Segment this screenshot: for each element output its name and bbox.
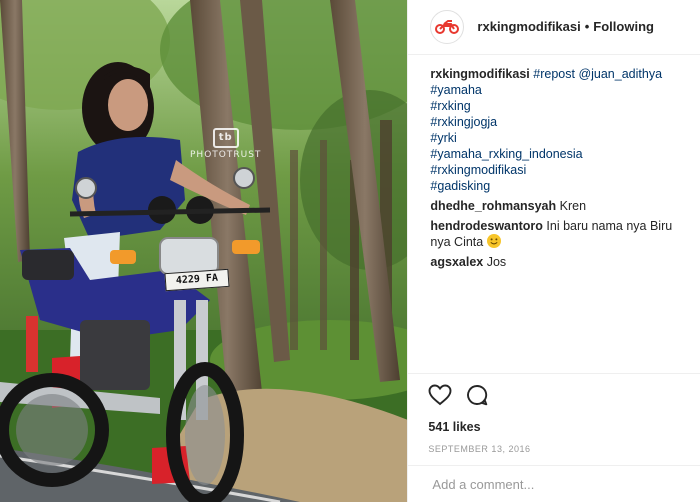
- comment-item: dhedhe_rohmansyah Kren: [430, 198, 678, 214]
- likes-count[interactable]: 541 likes: [428, 420, 680, 434]
- comment-text: Kren: [559, 198, 587, 213]
- add-comment-bar: [408, 465, 700, 502]
- heart-icon[interactable]: [428, 384, 452, 406]
- motorcycle-photo-illustration: [0, 0, 408, 502]
- caption-hashtag[interactable]: #yamaha_rxking_indonesia: [430, 146, 678, 162]
- caption-hashtag[interactable]: #yamaha: [430, 82, 678, 98]
- post-sidebar: rxkingmodifikasi • Following rxkingmodif…: [407, 0, 700, 502]
- caption-hashtag[interactable]: #rxkingmodifikasi: [430, 162, 678, 178]
- post-date: SEPTEMBER 13, 2016: [428, 443, 531, 454]
- caption-hashtag[interactable]: #gadisking: [430, 178, 678, 194]
- photo-watermark: tb PHOTOTRUST: [190, 128, 261, 160]
- comment-text: Jos: [486, 254, 507, 269]
- caption-repost-hashtag[interactable]: #repost: [533, 67, 575, 81]
- comment-item: agsxalex Jos: [430, 254, 678, 270]
- caption-hashtag[interactable]: #rxking: [430, 98, 678, 114]
- caption-mention[interactable]: @juan_adithya: [578, 67, 662, 81]
- post-photo[interactable]: tb PHOTOTRUST 4229 FA: [0, 0, 408, 502]
- motorcycle-icon: [435, 19, 460, 34]
- instagram-post: tb PHOTOTRUST 4229 FA rxkingmodifikasi •…: [0, 0, 700, 502]
- caption-hashtag[interactable]: #rxkingjogja: [430, 114, 678, 130]
- comment-username[interactable]: agsxalex: [430, 255, 483, 269]
- header-username[interactable]: rxkingmodifikasi: [477, 19, 580, 34]
- post-actions: 541 likes SEPTEMBER 13, 2016: [408, 372, 700, 466]
- post-header: rxkingmodifikasi • Following: [408, 0, 700, 55]
- comments-section: rxkingmodifikasi #repost @juan_adithya #…: [408, 55, 700, 373]
- caption-hashtag[interactable]: #yrki: [430, 130, 678, 146]
- action-icons: [428, 382, 680, 408]
- comment-username[interactable]: hendrodeswantoro: [430, 219, 543, 233]
- comment-item: hendrodeswantoro Ini baru nama nya Biru …: [430, 218, 678, 250]
- add-comment-input[interactable]: [430, 475, 675, 493]
- following-button[interactable]: Following: [593, 19, 654, 34]
- comment-username[interactable]: dhedhe_rohmansyah: [430, 199, 556, 213]
- post-caption: rxkingmodifikasi #repost @juan_adithya #…: [430, 66, 678, 194]
- avatar[interactable]: [430, 9, 465, 44]
- watermark-logo: tb: [212, 128, 239, 148]
- comment-icon[interactable]: [466, 384, 488, 406]
- caption-username[interactable]: rxkingmodifikasi: [430, 67, 529, 81]
- header-separator: •: [584, 19, 590, 35]
- watermark-text: PHOTOTRUST: [190, 150, 262, 160]
- smiling-face-emoji-icon: [486, 233, 501, 248]
